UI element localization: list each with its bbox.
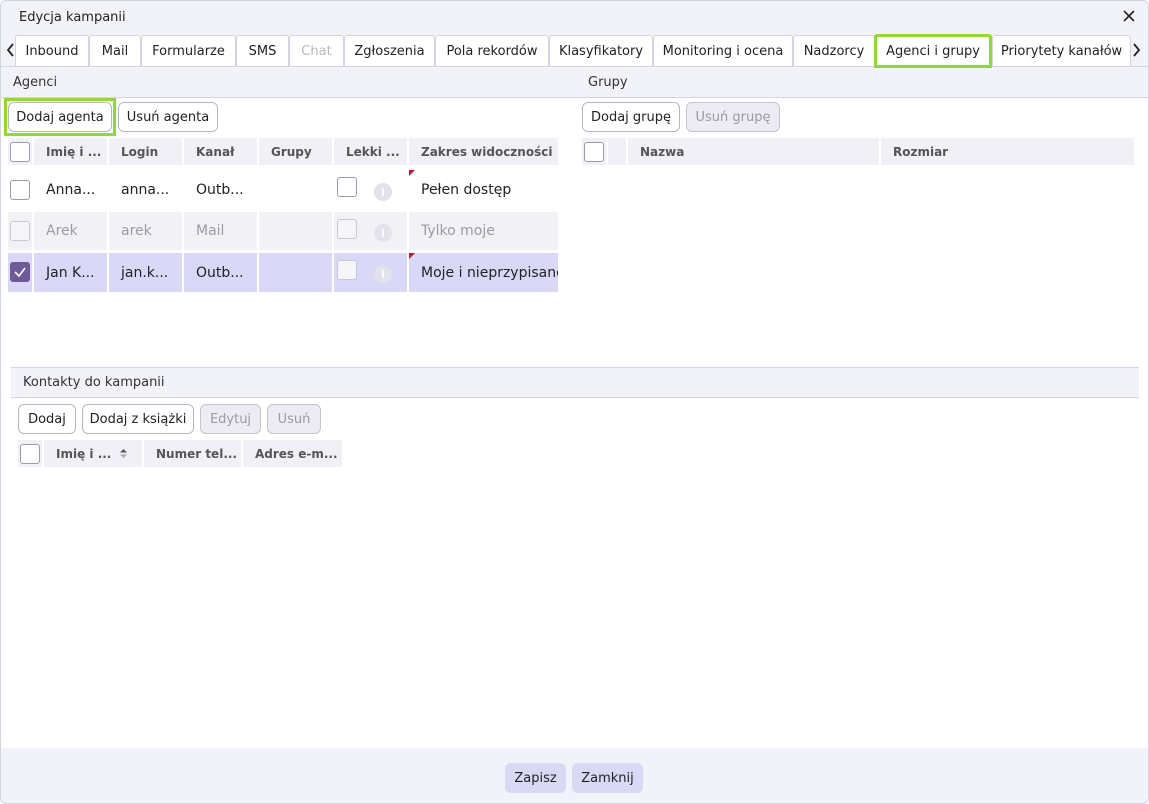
groups-heading: Grupy (588, 74, 628, 90)
groups-section-header: Grupy (576, 67, 1148, 98)
light-checkbox[interactable] (337, 260, 357, 280)
row-checkbox-checked[interactable] (10, 262, 30, 282)
tab-inbound[interactable]: Inbound (15, 35, 89, 66)
tab-classifiers[interactable]: Klasyfikatory (549, 35, 653, 66)
light-checkbox[interactable] (337, 219, 357, 239)
column-header-groups[interactable]: Grupy (259, 138, 332, 165)
agent-groups-cell (259, 170, 332, 209)
add-group-button[interactable]: Dodaj grupę (582, 102, 680, 132)
info-icon: i (374, 265, 392, 283)
agent-channel-cell: Outb... (196, 181, 244, 198)
contacts-heading: Kontakty do kampanii (23, 375, 165, 390)
checkmark-icon (14, 267, 26, 278)
edited-marker (409, 253, 415, 259)
column-header-email[interactable]: Adres e-m... (243, 440, 342, 467)
close-button[interactable]: Zamknij (572, 763, 643, 793)
column-header-group-size[interactable]: Rozmiar (881, 138, 1134, 165)
remove-contact-button[interactable]: Usuń (267, 404, 321, 434)
column-header-phone[interactable]: Numer tel... (144, 440, 241, 467)
column-header-login[interactable]: Login (109, 138, 182, 165)
remove-agent-button[interactable]: Usuń agenta (118, 102, 218, 132)
column-header-visibility[interactable]: Zakres widoczności (409, 138, 558, 165)
sort-icon (120, 449, 128, 458)
row-checkbox[interactable] (10, 221, 30, 241)
agent-groups-cell (259, 253, 332, 292)
info-icon: i (374, 224, 392, 242)
info-icon: i (374, 183, 392, 201)
add-agent-button[interactable]: Dodaj agenta (8, 102, 112, 132)
chevron-right-icon[interactable] (1129, 40, 1143, 60)
tab-supervisors[interactable]: Nadzorcy (793, 35, 875, 66)
tab-agents-groups[interactable]: Agenci i grupy (874, 34, 992, 68)
select-all-contacts-checkbox[interactable] (20, 444, 40, 464)
tab-forms[interactable]: Formularze (141, 35, 236, 66)
column-header-contact-name-label: Imię i ... (56, 446, 112, 461)
agent-name-cell: Anna... (46, 181, 96, 198)
save-button[interactable]: Zapisz (505, 763, 566, 793)
dialog-title: Edycja kampanii (19, 10, 126, 25)
agent-visibility-cell[interactable]: Moje i nieprzypisane (409, 253, 558, 292)
dialog-footer: Zapisz Zamknij (1, 748, 1148, 803)
tab-mail[interactable]: Mail (89, 35, 141, 66)
tab-bar: Inbound Mail Formularze SMS Chat Zgłosze… (1, 34, 1148, 68)
column-header-group-name[interactable]: Nazwa (628, 138, 879, 165)
agent-channel-cell: Mail (184, 212, 257, 250)
close-icon[interactable] (1120, 7, 1138, 25)
agent-name-cell: Jan K... (34, 253, 107, 292)
select-all-groups-checkbox[interactable] (584, 142, 604, 162)
add-from-book-button[interactable]: Dodaj z książki (82, 404, 194, 434)
agent-login-cell: anna... (121, 181, 170, 198)
agent-login-cell: arek (109, 212, 182, 250)
agents-heading: Agenci (13, 74, 58, 90)
select-all-agents-checkbox[interactable] (10, 142, 30, 162)
agent-visibility-cell[interactable]: Tylko moje (409, 212, 558, 250)
tab-chat[interactable]: Chat (289, 35, 344, 66)
add-contact-button[interactable]: Dodaj (18, 404, 76, 434)
tab-monitoring[interactable]: Monitoring i ocena (653, 35, 793, 66)
light-checkbox[interactable] (337, 177, 357, 197)
title-bar: Edycja kampanii (1, 1, 1148, 34)
column-header-spacer (608, 138, 626, 165)
campaign-edit-dialog: Edycja kampanii Inbound Mail Formularze … (0, 0, 1149, 804)
agent-name-cell: Arek (34, 212, 107, 250)
column-header-channel[interactable]: Kanał (184, 138, 257, 165)
column-header-light[interactable]: Lekki ... (334, 138, 407, 165)
row-checkbox[interactable] (10, 180, 30, 200)
agent-visibility-cell[interactable]: Pełen dostęp (409, 170, 558, 209)
agent-login-cell: jan.k... (109, 253, 182, 292)
agents-section-header: Agenci (1, 67, 576, 98)
column-header-contact-name[interactable]: Imię i ... (44, 440, 142, 467)
tab-channel-priorities[interactable]: Priorytety kanałów (992, 35, 1131, 66)
agent-channel-cell: Outb... (184, 253, 257, 292)
tab-record-fields[interactable]: Pola rekordów (435, 35, 549, 66)
tab-sms[interactable]: SMS (236, 35, 289, 66)
edit-contact-button[interactable]: Edytuj (200, 404, 261, 434)
column-header-name[interactable]: Imię i ... (34, 138, 107, 165)
contacts-section-header: Kontakty do kampanii (11, 367, 1139, 398)
remove-group-button[interactable]: Usuń grupę (686, 102, 780, 132)
tab-tickets[interactable]: Zgłoszenia (344, 35, 435, 66)
agent-groups-cell (259, 212, 332, 250)
